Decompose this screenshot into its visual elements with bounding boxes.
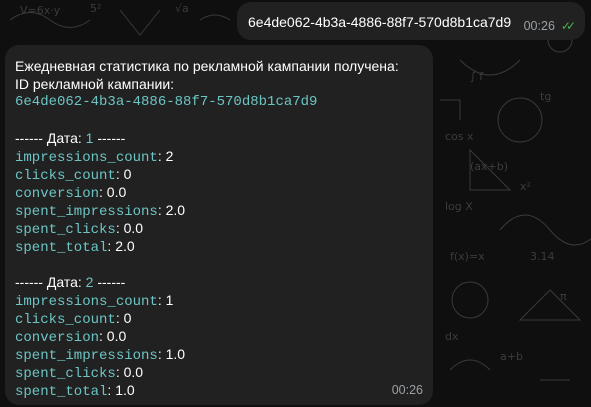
stat-key[interactable]: conversion bbox=[15, 330, 99, 346]
stat-value: : 1.0 bbox=[107, 382, 135, 398]
svg-text:tg: tg bbox=[540, 90, 551, 103]
double-check-icon: ✓✓ bbox=[560, 19, 576, 33]
stat-key[interactable]: spent_clicks bbox=[15, 222, 116, 238]
day-header-prefix: ------ Дата: bbox=[15, 130, 86, 146]
stat-value: : 1.0 bbox=[157, 346, 186, 362]
stat-key[interactable]: impressions_count bbox=[15, 150, 158, 166]
stat-row: impressions_count: 1 bbox=[15, 291, 423, 310]
day-header-prefix: ------ Дата: bbox=[15, 274, 86, 290]
stat-value: : 0.0 bbox=[115, 364, 144, 380]
day-header-suffix: ------ bbox=[93, 130, 126, 146]
stat-row: spent_total: 1.0 bbox=[15, 381, 423, 400]
stat-value: : 2.0 bbox=[107, 238, 135, 254]
outgoing-message-meta: 00:26 ✓✓ bbox=[523, 19, 576, 33]
outgoing-message-time: 00:26 bbox=[523, 19, 555, 33]
stat-row: impressions_count: 2 bbox=[15, 147, 423, 166]
outgoing-message-text: 6e4de062-4b3a-4886-88f7-570d8b1ca7d9 bbox=[248, 14, 512, 30]
message-header-line-1: Ежедневная статистика по рекламной кампа… bbox=[15, 58, 399, 74]
stat-key[interactable]: impressions_count bbox=[15, 294, 158, 310]
stat-value: : 1 bbox=[157, 292, 174, 308]
outgoing-message-bubble[interactable]: 6e4de062-4b3a-4886-88f7-570d8b1ca7d9 00:… bbox=[237, 2, 585, 40]
svg-text:5²: 5² bbox=[90, 2, 101, 15]
incoming-message-time: 00:26 bbox=[391, 383, 423, 397]
stat-value: : 0 bbox=[115, 166, 132, 182]
message-header-line-2: ID рекламной кампании: bbox=[15, 76, 175, 92]
stat-key[interactable]: spent_total bbox=[15, 384, 107, 400]
svg-text:a+b: a+b bbox=[500, 350, 523, 363]
stat-value: : 0.0 bbox=[99, 328, 127, 344]
stat-row: spent_impressions: 2.0 bbox=[15, 201, 423, 220]
stat-row: spent_impressions: 1.0 bbox=[15, 345, 423, 364]
stat-key[interactable]: spent_impressions bbox=[15, 348, 158, 364]
stat-key[interactable]: clicks_count bbox=[15, 168, 116, 184]
stat-key[interactable]: spent_clicks bbox=[15, 366, 116, 382]
svg-text:√a: √a bbox=[175, 2, 189, 15]
svg-text:3.14: 3.14 bbox=[530, 250, 555, 263]
stat-key[interactable]: spent_total bbox=[15, 240, 107, 256]
stat-key[interactable]: conversion bbox=[15, 186, 99, 202]
stat-value: : 0.0 bbox=[115, 220, 144, 236]
stat-row: spent_total: 2.0 bbox=[15, 237, 423, 256]
svg-text:∫ f: ∫ f bbox=[470, 70, 484, 83]
stat-row: spent_clicks: 0.0 bbox=[15, 363, 423, 382]
incoming-message-content: Ежедневная статистика по рекламной кампа… bbox=[15, 57, 423, 400]
stat-row: clicks_count: 0 bbox=[15, 165, 423, 184]
stat-key[interactable]: spent_impressions bbox=[15, 204, 158, 220]
stat-row: conversion: 0.0 bbox=[15, 327, 423, 346]
stat-value: : 2.0 bbox=[157, 202, 186, 218]
stat-row: clicks_count: 0 bbox=[15, 309, 423, 328]
stat-row: conversion: 0.0 bbox=[15, 183, 423, 202]
svg-text:dx: dx bbox=[445, 330, 459, 343]
svg-text:(ax+b): (ax+b) bbox=[470, 160, 508, 173]
svg-text:π: π bbox=[560, 290, 567, 303]
svg-text:x²: x² bbox=[520, 180, 531, 193]
stat-value: : 0.0 bbox=[99, 184, 127, 200]
stat-value: : 2 bbox=[157, 148, 174, 164]
svg-text:V=6x·y: V=6x·y bbox=[20, 4, 61, 17]
svg-text:log X: log X bbox=[445, 200, 473, 213]
stat-row: spent_clicks: 0.0 bbox=[15, 219, 423, 238]
svg-text:cos x: cos x bbox=[445, 130, 474, 143]
day-2-header: ------ Дата: 2 ------ bbox=[15, 273, 423, 291]
day-header-suffix: ------ bbox=[93, 274, 126, 290]
incoming-message-bubble[interactable]: Ежедневная статистика по рекламной кампа… bbox=[5, 45, 433, 405]
campaign-id-code[interactable]: 6e4de062-4b3a-4886-88f7-570d8b1ca7d9 bbox=[15, 93, 423, 111]
day-1-header: ------ Дата: 1 ------ bbox=[15, 129, 423, 147]
stat-value: : 0 bbox=[115, 310, 132, 326]
stat-key[interactable]: clicks_count bbox=[15, 312, 116, 328]
svg-text:f(x)=x: f(x)=x bbox=[450, 250, 485, 263]
